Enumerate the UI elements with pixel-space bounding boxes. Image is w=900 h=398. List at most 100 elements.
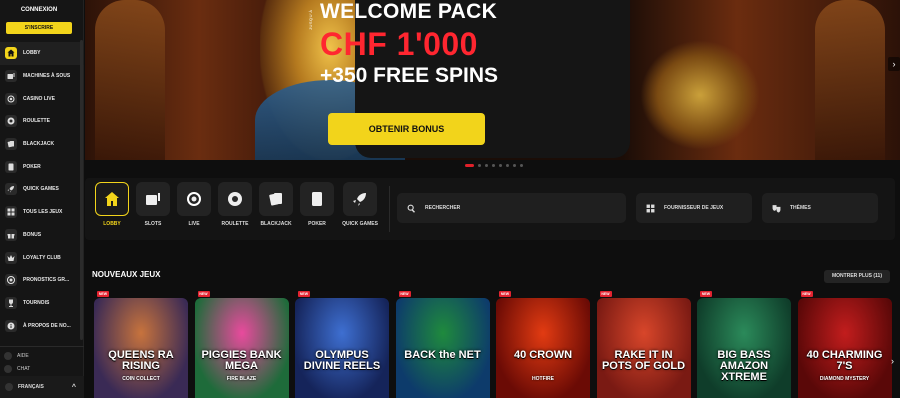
game-thumbnail bbox=[797, 298, 892, 398]
game-card[interactable]: NEW OLYMPUS DIVINE REELS bbox=[295, 290, 389, 398]
provider-button[interactable]: FOURNISSEUR DE JEUX bbox=[636, 193, 752, 223]
scarab-illustration bbox=[640, 40, 760, 150]
sidebar-item-roulette[interactable]: ROULETTE bbox=[0, 110, 84, 133]
info-icon bbox=[5, 319, 17, 332]
game-subtitle: FIRE BLAZE bbox=[226, 376, 257, 382]
game-card[interactable]: NEW BACK the NET bbox=[395, 290, 490, 398]
category-poker[interactable]: POKER bbox=[299, 182, 335, 227]
category-icon-box bbox=[300, 182, 334, 216]
game-card[interactable]: NEW 40 CHARMING 7'S DIAMOND MYSTERY bbox=[797, 290, 892, 398]
sidebar-item-label: POKER bbox=[23, 163, 41, 170]
chevron-right-icon[interactable]: › bbox=[888, 57, 900, 71]
category-label: ROULETTE bbox=[221, 221, 249, 227]
category-lobby[interactable]: LOBBY bbox=[94, 182, 130, 227]
category-icon-box bbox=[218, 182, 252, 216]
carousel-dot[interactable] bbox=[499, 164, 502, 167]
game-subtitle: HOTFIRE bbox=[532, 376, 554, 382]
sidebar-item-casino-live[interactable]: CASINO LIVE bbox=[0, 87, 84, 110]
gift-icon bbox=[5, 228, 17, 241]
sidebar-scrollbar[interactable] bbox=[80, 40, 83, 340]
themes-button[interactable]: THÈMES bbox=[762, 193, 878, 223]
sidebar-item-loyalty-club[interactable]: LOYALTY CLUB bbox=[0, 246, 84, 269]
sidebar-item-tous-les-jeux[interactable]: TOUS LES JEUX bbox=[0, 201, 84, 224]
game-card[interactable]: NEW PIGGIES BANK MEGA FIRE BLAZE bbox=[194, 290, 289, 398]
new-badge: NEW bbox=[197, 291, 210, 297]
promo-spins: +350 FREE SPINS bbox=[320, 64, 498, 87]
game-subtitle: DIAMOND MYSTERY bbox=[819, 376, 870, 382]
language-selector[interactable]: FRANÇAIS ^ bbox=[0, 376, 84, 398]
help-icon bbox=[4, 352, 12, 360]
new-badge: NEW bbox=[700, 291, 712, 297]
category-icon-box bbox=[95, 182, 129, 216]
search-label: RECHERCHER bbox=[425, 205, 461, 211]
search-button[interactable]: RECHERCHER bbox=[397, 193, 626, 223]
sidebar-item-pronostics-gr[interactable]: PRONOSTICS GR... bbox=[0, 269, 84, 292]
sidebar-nav: LOBBY MACHINES À SOUS CASINO LIVE ROULETTE B… bbox=[0, 42, 84, 337]
cards-icon bbox=[5, 138, 17, 151]
sidebar-item--propos-de-no[interactable]: À PROPOS DE NO... bbox=[0, 314, 84, 337]
category-icon-box bbox=[136, 182, 170, 216]
trophy-icon bbox=[5, 296, 17, 309]
game-thumbnail bbox=[596, 298, 691, 398]
sidebar-item-lobby[interactable]: LOBBY bbox=[0, 42, 84, 65]
carousel-dot[interactable] bbox=[478, 164, 481, 167]
sidebar-item-machines-sous[interactable]: MACHINES À SOUS bbox=[0, 65, 84, 88]
carousel-dots bbox=[465, 164, 523, 167]
game-thumbnail bbox=[94, 298, 188, 398]
language-label: FRANÇAIS bbox=[18, 384, 44, 390]
sidebar-item-quick-games[interactable]: QUICK GAMES bbox=[0, 178, 84, 201]
category-label: LIVE bbox=[188, 221, 200, 227]
roulette-icon bbox=[5, 115, 17, 128]
game-thumbnail bbox=[194, 298, 289, 398]
sidebar-item-label: CASINO LIVE bbox=[23, 95, 55, 102]
login-button[interactable]: CONNEXION bbox=[6, 4, 72, 16]
category-blackjack[interactable]: BLACKJACK bbox=[258, 182, 294, 227]
game-title: RAKE IT IN POTS OF GOLD bbox=[601, 349, 686, 372]
game-card[interactable]: NEW QUEENS RA RISING COIN COLLECT bbox=[94, 290, 188, 398]
category-slots[interactable]: SLOTS bbox=[135, 182, 171, 227]
game-title: 40 CROWN bbox=[513, 349, 573, 361]
carousel-dot[interactable] bbox=[506, 164, 509, 167]
carousel-dot[interactable] bbox=[520, 164, 523, 167]
signup-button[interactable]: S'INSCRIRE bbox=[6, 22, 72, 34]
carousel-dot[interactable] bbox=[465, 164, 474, 167]
game-card[interactable]: NEW 40 CROWN HOTFIRE bbox=[496, 290, 590, 398]
sidebar-item-blackjack[interactable]: BLACKJACK bbox=[0, 133, 84, 156]
help-link[interactable]: AIDE bbox=[4, 352, 29, 360]
sidebar-item-label: MACHINES À SOUS bbox=[23, 73, 71, 80]
roulette-icon bbox=[228, 192, 242, 206]
sidebar-item-tournois[interactable]: TOURNOIS bbox=[0, 292, 84, 315]
sidebar-item-poker[interactable]: POKER bbox=[0, 155, 84, 178]
get-bonus-button[interactable]: OBTENIR BONUS bbox=[328, 113, 485, 145]
carousel-dot[interactable] bbox=[485, 164, 488, 167]
category-live[interactable]: LIVE bbox=[176, 182, 212, 227]
game-card[interactable]: NEW BIG BASS AMAZON XTREME bbox=[697, 290, 791, 398]
globe-icon bbox=[5, 383, 13, 391]
chevron-right-icon[interactable]: › bbox=[891, 356, 894, 366]
category-label: POKER bbox=[308, 221, 326, 227]
cards-icon bbox=[269, 193, 282, 206]
game-thumbnail bbox=[395, 298, 490, 398]
new-badge: NEW bbox=[298, 291, 310, 297]
sidebar-item-label: BONUS bbox=[23, 231, 42, 238]
game-card[interactable]: NEW RAKE IT IN POTS OF GOLD bbox=[596, 290, 691, 398]
category-quick-games[interactable]: QUICK GAMES bbox=[340, 182, 380, 227]
sidebar-item-bonus[interactable]: BONUS bbox=[0, 224, 84, 247]
category-roulette[interactable]: ROULETTE bbox=[217, 182, 253, 227]
carousel-dot[interactable] bbox=[513, 164, 516, 167]
new-badge: NEW bbox=[97, 291, 109, 297]
home-icon bbox=[105, 192, 119, 206]
chat-link[interactable]: CHAT bbox=[4, 365, 30, 373]
sidebar-item-label: PRONOSTICS GR... bbox=[23, 277, 70, 284]
new-badge: NEW bbox=[499, 291, 511, 297]
slot-machine-icon bbox=[5, 70, 17, 83]
provider-label: FOURNISSEUR DE JEUX bbox=[664, 205, 724, 211]
show-more-button[interactable]: MONTRER PLUS (11) bbox=[824, 270, 890, 283]
category-icon-box bbox=[259, 182, 293, 216]
category-label: QUICK GAMES bbox=[342, 221, 378, 227]
carousel-dot[interactable] bbox=[492, 164, 495, 167]
target-icon bbox=[5, 274, 17, 287]
rocket-icon bbox=[353, 193, 366, 206]
category-label: SLOTS bbox=[144, 221, 162, 227]
promo-upto: JUSQU'À bbox=[308, 9, 313, 31]
